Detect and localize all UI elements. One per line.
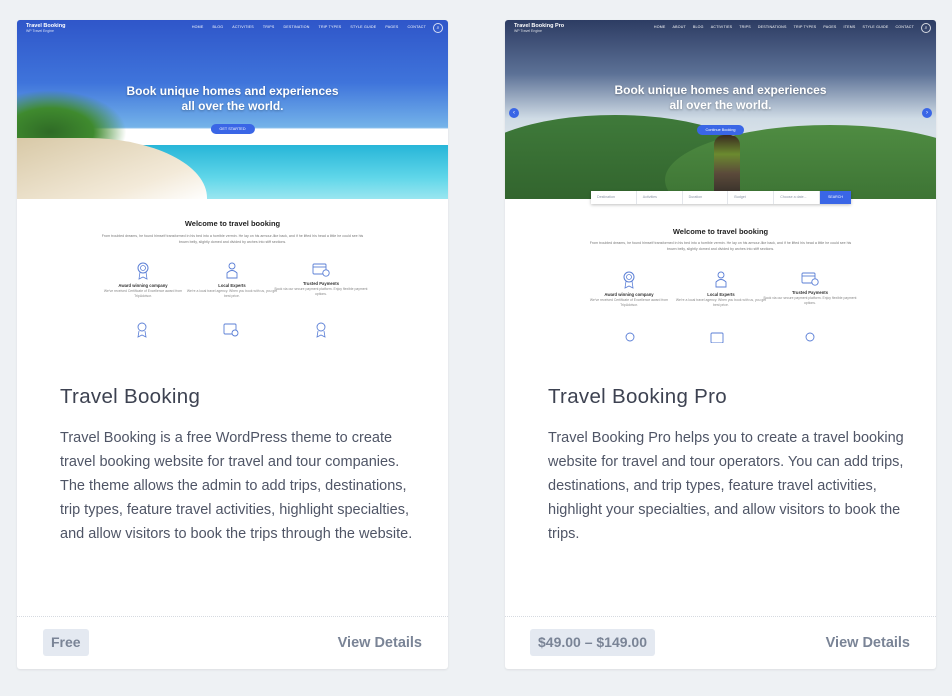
preview-menu-item: CONTACT [895,25,914,29]
slider-prev-icon: ‹ [509,108,519,118]
preview-feature: Award winning company We've received Cer… [581,271,677,308]
search-button: SEARCH [819,191,851,204]
award-icon [137,262,149,280]
preview-search-icon: ⌕ [921,23,931,33]
preview-menu-item: DESTINATIONS [757,25,787,29]
preview-navbar: Travel Booking Pro WP Travel Engine HOME … [505,20,936,36]
award-icon [137,322,147,338]
preview-menu-item: ACTIVITIES [232,25,254,29]
preview-cta-button: GET STARTED [210,124,255,134]
preview-welcome-title: Welcome to travel booking [672,227,769,236]
theme-title[interactable]: Travel Booking [60,385,200,409]
search-field: Choose a date... [774,191,820,204]
preview-menu-item: ACTIVITIES [710,25,733,29]
theme-screenshot[interactable]: Travel Booking WP Travel Engine HOME BLOG… [17,20,448,345]
theme-title[interactable]: Travel Booking Pro [548,385,727,409]
hiker-figure [714,135,740,199]
award-icon [805,332,815,342]
payment-icon [801,272,819,286]
preview-brand: Travel Booking WP Travel Engine [26,23,66,33]
preview-menu-item: PAGES [823,25,837,29]
card-divider [505,616,936,617]
hero-image-beach: Travel Booking WP Travel Engine HOME BLOG… [17,20,448,199]
price-badge: $49.00 – $149.00 [530,629,655,656]
preview-navbar: Travel Booking WP Travel Engine HOME BLOG… [17,20,448,36]
search-field: Destination [591,191,637,204]
preview-feature: Trusted Payments Book via our secure pay… [273,262,369,297]
local-expert-icon [226,262,238,279]
preview-menu-item: HOME [653,25,666,29]
slider-next-icon: › [922,108,932,118]
preview-menu-item: ITEMS [843,25,856,29]
theme-description: Travel Booking is a free WordPress theme… [60,430,413,542]
preview-menu-item: BLOG [692,25,704,29]
preview-menu-item: BLOG [212,25,224,29]
award-icon [625,332,635,342]
view-details-link[interactable]: View Details [826,635,910,651]
theme-description: Travel Booking Pro helps you to create a… [548,430,904,542]
preview-menu-item: TRIP TYPES [318,25,342,29]
preview-feature: Local Experts We're a local travel agenc… [673,271,769,308]
preview-menu-item: PAGES [385,25,399,29]
preview-menu-item: STYLE GUIDE [350,25,377,29]
preview-welcome-text: From troubled dreams, he found himself t… [101,234,364,244]
theme-card-travel-booking-pro: Travel Booking Pro WP Travel Engine HOME … [505,20,936,669]
preview-menu-item: TRIPS [262,25,275,29]
preview-menu: HOME BLOG ACTIVITIES TRIPS DESTINATION T… [192,25,426,29]
preview-menu-item: STYLE GUIDE [862,25,889,29]
preview-menu-item: DESTINATION [283,25,310,29]
award-icon [623,271,635,289]
preview-cta-button: Continue Booking [696,125,745,135]
card-divider [17,616,448,617]
preview-menu-item: TRIP TYPES [793,25,817,29]
preview-menu-item: TRIPS [739,25,751,29]
preview-feature: Award winning company We've received Cer… [95,262,191,299]
search-field: Activities [637,191,683,204]
preview-menu: HOME ABOUT BLOG ACTIVITIES TRIPS DESTINA… [654,25,914,29]
preview-search-bar: Destination Activities Duration Budget C… [591,191,851,204]
preview-menu-item: CONTACT [407,25,426,29]
preview-headline: Book unique homes and experiences all ov… [126,84,339,113]
payment-icon [312,263,330,277]
preview-search-icon: ⌕ [433,23,443,33]
price-badge: Free [43,629,89,656]
preview-menu-item: ABOUT [672,25,686,29]
search-field: Duration [683,191,729,204]
preview-welcome-title: Welcome to travel booking [184,219,281,228]
theme-card-travel-booking: Travel Booking WP Travel Engine HOME BLOG… [17,20,448,669]
hero-image-mountains: Travel Booking Pro WP Travel Engine HOME … [505,20,936,199]
view-details-link[interactable]: View Details [338,635,422,651]
local-expert-icon [715,271,727,288]
payment-icon [223,323,239,337]
search-field: Budget [728,191,775,204]
award-icon [316,322,326,338]
preview-feature: Trusted Payments Book via our secure pay… [762,271,858,306]
preview-welcome-text: From troubled dreams, he found himself t… [589,241,852,251]
payment-icon [710,332,724,343]
preview-menu-item: HOME [191,25,204,29]
preview-brand: Travel Booking Pro WP Travel Engine [514,23,565,33]
theme-screenshot[interactable]: Travel Booking Pro WP Travel Engine HOME … [505,20,936,345]
preview-headline: Book unique homes and experiences all ov… [614,83,827,112]
preview-feature: Local Experts We're a local travel agenc… [184,262,280,299]
